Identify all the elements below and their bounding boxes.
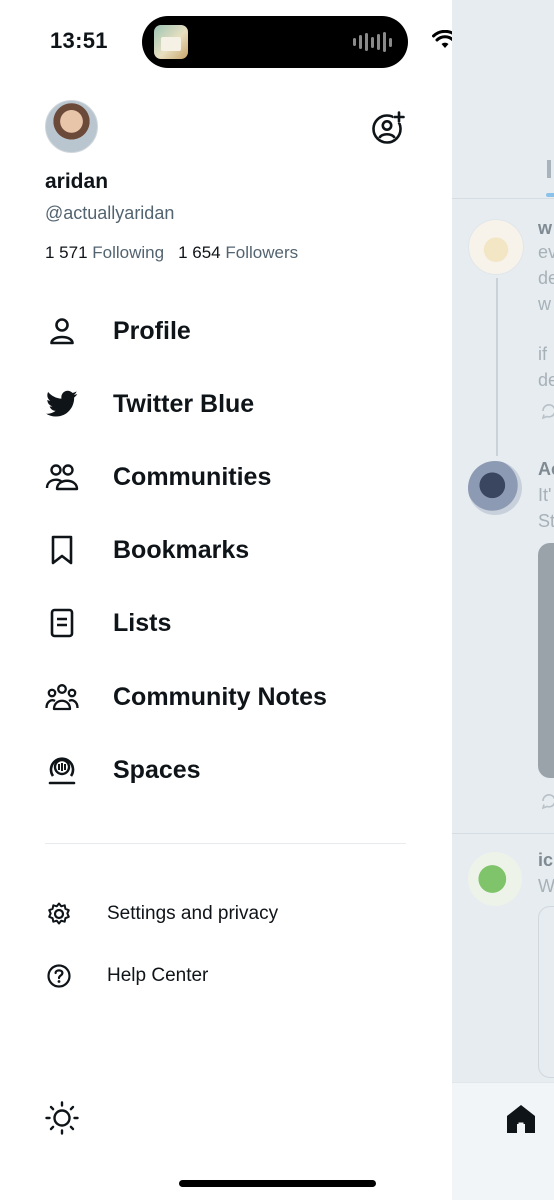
- tweet-text-fragment: w: [538, 294, 551, 314]
- followers-link[interactable]: 1 654 Followers: [178, 243, 298, 262]
- tweet-author-fragment: w: [538, 218, 553, 238]
- tweet-text-fragment: ev: [538, 242, 554, 262]
- tweet-text-fragment: It': [538, 485, 552, 505]
- reply-icon[interactable]: [540, 402, 554, 420]
- twitter-bird-icon: [45, 387, 79, 421]
- display-theme-icon[interactable]: [44, 1100, 80, 1136]
- tweet-text-fragment: W: [538, 876, 554, 896]
- tweet-text-fragment: St: [538, 511, 554, 531]
- menu-item-communities[interactable]: Communities: [45, 457, 271, 497]
- list-icon: [45, 606, 79, 640]
- menu-item-bookmarks[interactable]: Bookmarks: [45, 530, 249, 570]
- menu-item-label: Bookmarks: [113, 535, 250, 564]
- community-notes-icon: [45, 680, 79, 714]
- audio-waveform-icon: [353, 32, 392, 52]
- reply-icon[interactable]: [540, 792, 554, 810]
- tab-bar: [452, 1082, 554, 1200]
- menu-divider: [45, 843, 406, 844]
- add-account-icon[interactable]: [371, 111, 405, 145]
- timeline-peek[interactable]: w ev de w if de Ac It' St ic W: [452, 0, 554, 1200]
- home-indicator[interactable]: [179, 1180, 376, 1187]
- active-tab-indicator: [546, 193, 554, 197]
- status-time: 13:51: [50, 28, 108, 53]
- tab-label-fragment: [547, 160, 551, 178]
- menu-item-label: Communities: [113, 462, 272, 491]
- menu-item-twitter-blue[interactable]: Twitter Blue: [45, 384, 254, 424]
- quoted-tweet[interactable]: [538, 906, 554, 1078]
- spaces-icon: [45, 753, 79, 787]
- profile-name[interactable]: aridan: [45, 170, 108, 194]
- tweet-divider: [452, 833, 554, 834]
- gear-icon: [45, 900, 73, 928]
- thread-line: [496, 278, 498, 456]
- followers-count: 1 654: [178, 243, 221, 262]
- menu-item-profile[interactable]: Profile: [45, 311, 191, 351]
- tweet-avatar[interactable]: [468, 219, 524, 275]
- follow-stats: 1 571 Following 1 654 Followers: [45, 243, 298, 263]
- menu-item-community-notes[interactable]: Community Notes: [45, 677, 327, 717]
- home-icon[interactable]: [504, 1102, 538, 1136]
- menu-item-label: Community Notes: [113, 682, 327, 711]
- avatar[interactable]: [45, 100, 98, 153]
- tweet-author-fragment: ic: [538, 850, 554, 870]
- tweet-media[interactable]: [538, 543, 554, 778]
- tweet-text-fragment: de: [538, 370, 554, 390]
- menu-item-settings[interactable]: Settings and privacy: [45, 898, 278, 930]
- tweet-text-fragment: if: [538, 344, 547, 364]
- menu-item-label: Spaces: [113, 755, 201, 784]
- menu-item-label: Twitter Blue: [113, 389, 255, 418]
- tweet-avatar[interactable]: [468, 852, 522, 906]
- followers-label: Followers: [225, 243, 299, 262]
- tweet-avatar[interactable]: [468, 461, 522, 515]
- menu-item-spaces[interactable]: Spaces: [45, 750, 201, 790]
- profile-handle: @actuallyaridan: [45, 203, 175, 223]
- tabs-divider: [452, 198, 554, 199]
- now-playing-artwork: [154, 25, 188, 59]
- menu-item-help-center[interactable]: Help Center: [45, 960, 208, 992]
- menu-item-lists[interactable]: Lists: [45, 603, 171, 643]
- question-icon: [45, 962, 73, 990]
- menu-item-label: Help Center: [107, 965, 209, 986]
- following-count: 1 571: [45, 243, 88, 262]
- person-icon: [45, 314, 79, 348]
- navigation-drawer: 13:51 30 aridan @actuallyaridan 1 571 Fo…: [0, 0, 499, 1200]
- dynamic-island[interactable]: [142, 16, 408, 68]
- menu-item-label: Settings and privacy: [107, 903, 279, 924]
- following-link[interactable]: 1 571 Following: [45, 243, 164, 262]
- menu-item-label: Profile: [113, 316, 191, 345]
- bookmark-icon: [45, 533, 79, 567]
- tweet-author-fragment: Ac: [538, 459, 554, 479]
- following-label: Following: [92, 243, 165, 262]
- tweet-text-fragment: de: [538, 268, 554, 288]
- communities-icon: [45, 460, 79, 494]
- menu-item-label: Lists: [113, 608, 172, 637]
